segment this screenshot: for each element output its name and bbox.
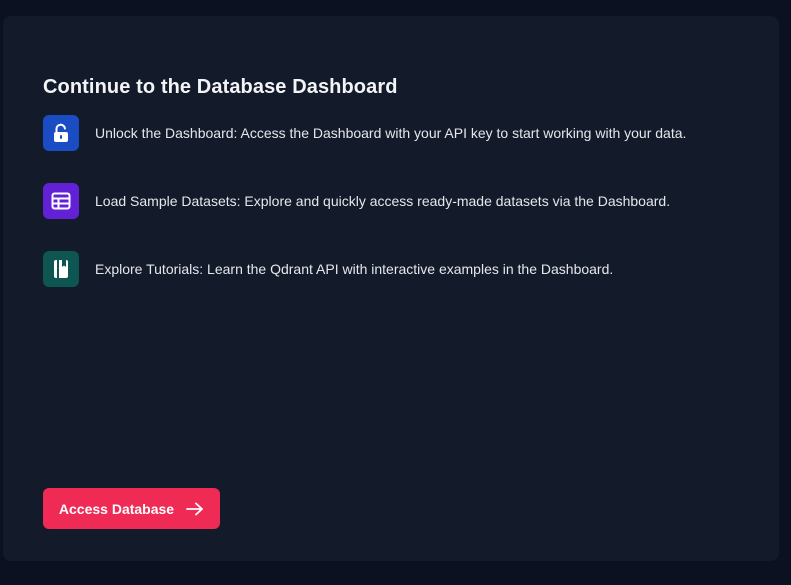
feature-icon-box [43, 115, 79, 151]
access-database-button[interactable]: Access Database [43, 488, 220, 529]
unlock-icon [54, 123, 68, 142]
access-database-label: Access Database [58, 500, 175, 517]
dashboard-card: Continue to the Database Dashboard Unloc… [3, 16, 779, 561]
feature-text: Load Sample Datasets: Explore and quickl… [95, 193, 671, 209]
feature-text: Explore Tutorials: Learn the Qdrant API … [95, 261, 614, 277]
feature-sample-datasets: Load Sample Datasets: Explore and quickl… [43, 183, 670, 219]
feature-tutorials: Explore Tutorials: Learn the Qdrant API … [43, 251, 613, 287]
arrow-right-icon [186, 502, 203, 515]
notebook-icon [54, 260, 68, 278]
feature-unlock-dashboard: Unlock the Dashboard: Access the Dashboa… [43, 115, 686, 151]
feature-icon-box [43, 251, 79, 287]
feature-icon-box [43, 183, 79, 219]
card-title: Continue to the Database Dashboard [43, 76, 398, 98]
feature-text: Unlock the Dashboard: Access the Dashboa… [95, 125, 687, 141]
table-icon [51, 192, 71, 210]
